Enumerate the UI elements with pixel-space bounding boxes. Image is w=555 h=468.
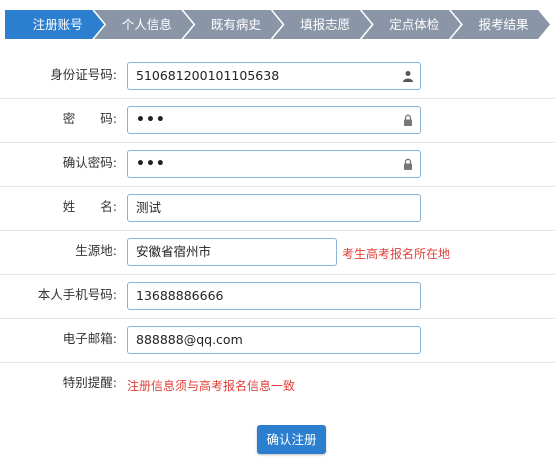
id-card-input[interactable]: 510681200101105638 [127,62,421,90]
phone-row: 本人手机号码: 13688886666 [0,275,555,319]
step-label: 定点体检 [389,17,440,32]
email-value: 888888@qq.com [136,332,243,347]
user-icon [403,71,413,82]
password-row: 密 码: ••• [0,99,555,143]
origin-input[interactable]: 安徽省宿州市 [127,238,337,266]
id-card-label: 身份证号码: [50,67,117,82]
step-register-account[interactable]: 注册账号 [5,10,104,39]
step-physical-exam[interactable]: 定点体检 [362,10,461,39]
lock-icon [404,158,412,170]
password-value: ••• [136,112,166,128]
registration-form: 身份证号码: 510681200101105638 密 码: ••• 确认密码:… [0,55,555,406]
email-label: 电子邮箱: [62,331,117,346]
phone-value: 13688886666 [136,288,224,303]
step-label: 报考结果 [478,17,529,32]
email-row: 电子邮箱: 888888@qq.com [0,319,555,363]
name-input[interactable]: 测试 [127,194,421,222]
confirm-password-label: 确认密码: [62,155,117,170]
confirm-password-input[interactable]: ••• [127,150,421,178]
step-progress-bar: 注册账号 个人信息 既有病史 填报志愿 定点体检 报考结果 [5,10,550,39]
phone-input[interactable]: 13688886666 [127,282,421,310]
email-input[interactable]: 888888@qq.com [127,326,421,354]
phone-label: 本人手机号码: [37,287,117,302]
password-label: 密 码: [62,111,117,126]
step-label: 填报志愿 [300,17,351,32]
step-fill-preferences[interactable]: 填报志愿 [273,10,372,39]
origin-label: 生源地: [75,243,117,258]
name-label: 姓 名: [62,199,117,214]
confirm-password-value: ••• [136,156,166,172]
lock-icon [404,114,412,126]
id-card-row: 身份证号码: 510681200101105638 [0,55,555,99]
confirm-password-row: 确认密码: ••• [0,143,555,187]
notice-text: 注册信息须与高考报名信息一致 [127,379,296,393]
step-exam-result[interactable]: 报考结果 [451,10,550,39]
id-card-value: 510681200101105638 [136,68,280,83]
name-row: 姓 名: 测试 [0,187,555,231]
password-input[interactable]: ••• [127,106,421,134]
step-label: 既有病史 [210,17,261,32]
step-personal-info[interactable]: 个人信息 [94,10,193,39]
step-medical-history[interactable]: 既有病史 [183,10,282,39]
origin-row: 生源地: 安徽省宿州市 考生高考报名所在地 [0,231,555,275]
notice-row: 特别提醒: 注册信息须与高考报名信息一致 [0,363,555,406]
step-label: 个人信息 [121,17,172,32]
origin-hint: 考生高考报名所在地 [342,247,451,261]
step-label: 注册账号 [32,17,83,32]
confirm-register-button[interactable]: 确认注册 [257,425,326,454]
notice-label: 特别提醒: [62,375,117,390]
name-value: 测试 [136,200,162,215]
origin-value: 安徽省宿州市 [136,244,212,259]
